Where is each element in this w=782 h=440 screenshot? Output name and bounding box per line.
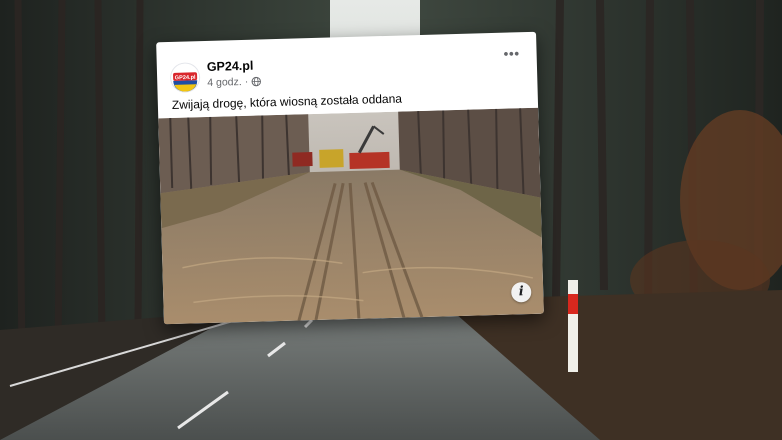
more-options-icon[interactable]: ••• xyxy=(500,45,522,65)
meta-separator: · xyxy=(244,75,249,88)
gp24-logo-icon: GP24.pl xyxy=(171,63,200,92)
facebook-post-card: GP24.pl GP24.pl 4 godz. · ••• Zwijają dr… xyxy=(156,31,544,325)
post-text: Zwijają drogę, która wiosną została odda… xyxy=(171,91,403,112)
post-photo[interactable] xyxy=(158,107,544,325)
globe-icon xyxy=(251,76,261,87)
page-name-link[interactable]: GP24.pl xyxy=(207,59,254,74)
post-meta: 4 godz. · xyxy=(207,75,261,89)
logo-text: GP24.pl xyxy=(175,75,196,82)
post-time[interactable]: 4 godz. xyxy=(207,76,242,89)
page-avatar-logo[interactable]: GP24.pl xyxy=(170,63,200,92)
